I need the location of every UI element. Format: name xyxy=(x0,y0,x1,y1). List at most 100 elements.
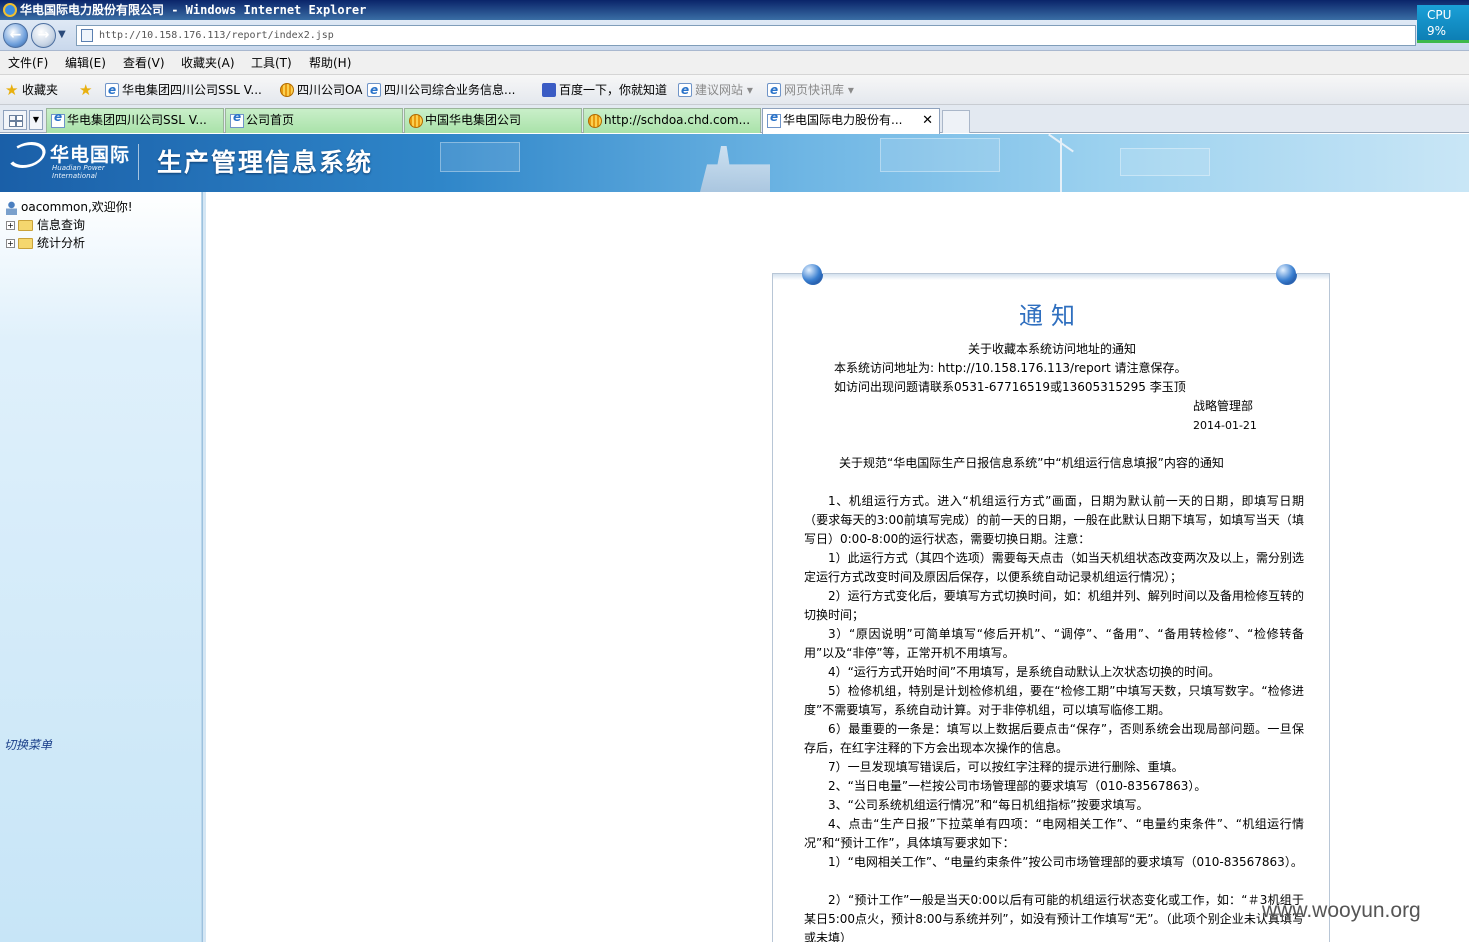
tab-bar: ▼ 华电集团四川公司SSL V... 公司首页 中国华电集团公司 http://… xyxy=(0,105,1469,134)
window-title: 华电国际电力股份有限公司 - Windows Internet Explorer xyxy=(20,3,367,17)
notice-heading: 关于规范“华电国际生产日报信息系统”中“机组运行信息填报”内容的通知 xyxy=(839,456,1224,470)
back-button[interactable]: ← xyxy=(3,23,28,48)
banner-decoration xyxy=(880,138,1000,172)
address-input[interactable]: http://10.158.176.113/report/index2.jsp xyxy=(76,25,1416,46)
fav-link-label: 四川公司综合业务信息... xyxy=(384,83,516,97)
ie-logo-icon xyxy=(3,3,17,17)
menu-view[interactable]: 查看(V) xyxy=(123,51,165,75)
favorites-bar: ★收藏夹 ★ 华电集团四川公司SSL V... 四川公司OA 四川公司综合业务信… xyxy=(0,75,1469,105)
fav-link-business[interactable]: 四川公司综合业务信息... xyxy=(366,75,515,105)
huadian-logo-icon xyxy=(4,142,50,168)
notice-paragraph: 3）“原因说明”可简单填写“修后开机”、“调停”、“备用”、“备用转检修”、“检… xyxy=(804,627,1304,660)
cpu-meter-widget: CPU 9% xyxy=(1417,5,1469,43)
expand-icon[interactable]: + xyxy=(6,239,15,248)
huadian-logo-icon xyxy=(588,114,602,128)
power-plant-graphic xyxy=(700,146,770,192)
tab-chd-group[interactable]: 中国华电集团公司 xyxy=(404,108,582,133)
ie-page-icon xyxy=(51,109,65,129)
welcome-text: oacommon,欢迎你! xyxy=(6,198,133,216)
new-tab-button[interactable] xyxy=(942,110,970,133)
fav-suggested-sites[interactable]: 建议网站 ▾ xyxy=(677,75,753,105)
notice-paragraph: 4、点击“生产日报”下拉菜单有四项：“电网相关工作”、“电量约束条件”、“机组运… xyxy=(804,817,1304,850)
menu-file[interactable]: 文件(F) xyxy=(8,51,48,75)
menu-favorites[interactable]: 收藏夹(A) xyxy=(181,51,235,75)
fav-link-oa[interactable]: 四川公司OA xyxy=(279,75,362,105)
sidebar: oacommon,欢迎你! + 信息查询 + 统计分析 xyxy=(0,192,202,942)
cpu-label: CPU xyxy=(1427,8,1452,22)
close-tab-icon[interactable]: ✕ xyxy=(922,109,933,132)
ie-page-icon xyxy=(767,75,781,105)
notice-date: 2014-01-21 xyxy=(1193,419,1257,432)
notice-paragraph: 2、“当日电量”一栏按公司市场管理部的要求填写（010-83567863）。 xyxy=(828,779,1207,793)
banner-separator xyxy=(138,144,139,180)
tab-schdoa[interactable]: http://schdoa.chd.com... xyxy=(583,108,761,133)
system-title: 生产管理信息系统 xyxy=(157,148,374,177)
notice-paragraph: 1）此运行方式（其四个选项）需要每天点击（如当天机组状态改变两次及以上，需分别选… xyxy=(804,551,1304,584)
add-favorite-button[interactable]: ★ xyxy=(78,75,100,105)
menu-edit[interactable]: 编辑(E) xyxy=(65,51,106,75)
huadian-logo-icon xyxy=(280,83,294,97)
tree-node-info-query[interactable]: + 信息查询 xyxy=(6,216,85,234)
window-title-bar: 华电国际电力股份有限公司 - Windows Internet Explorer xyxy=(0,0,1469,20)
banner-decoration xyxy=(440,142,520,172)
ie-page-icon xyxy=(105,75,119,105)
forward-button[interactable]: → xyxy=(31,23,56,48)
favorites-button[interactable]: ★ 收藏夹 xyxy=(4,75,58,105)
pin-icon xyxy=(802,264,822,284)
notice-paragraph: 5）检修机组，特别是计划检修机组，要在“检修工期”中填写天数，只填写数字。“检修… xyxy=(804,684,1304,717)
fav-link-ssl[interactable]: 华电集团四川公司SSL V... xyxy=(104,75,262,105)
cpu-value: 9% xyxy=(1427,24,1447,38)
notice-heading: 关于收藏本系统访问地址的通知 xyxy=(967,342,1136,356)
banner-decoration xyxy=(1120,148,1210,176)
expand-icon[interactable]: + xyxy=(6,221,15,230)
notice-line: 如访问出现问题请联系0531-67716519或13605315295 李玉顶 xyxy=(834,380,1186,394)
sidebar-splitter[interactable] xyxy=(202,192,206,942)
tab-list-dropdown[interactable]: ▼ xyxy=(29,110,43,130)
logo-text: 华电国际 xyxy=(50,144,131,166)
notice-paragraph: 1）“电网相关工作”、“电量约束条件”按公司市场管理部的要求填写（010-835… xyxy=(828,855,1303,869)
menu-bar: 文件(F) 编辑(E) 查看(V) 收藏夹(A) 工具(T) 帮助(H) xyxy=(0,51,1469,75)
address-url: http://10.158.176.113/report/index2.jsp xyxy=(99,30,334,41)
notice-paragraph: 2）“预计工作”一般是当天0:00以后有可能的机组运行状态变化或工作，如：“＃3… xyxy=(804,893,1304,942)
tab-label: 华电集团四川公司SSL V... xyxy=(67,113,207,127)
folder-icon xyxy=(18,238,33,249)
baidu-paw-icon xyxy=(542,83,556,97)
notice-department: 战略管理部 xyxy=(1193,399,1254,413)
tab-company-home[interactable]: 公司首页 xyxy=(225,108,403,133)
notice-panel: 通知 关于收藏本系统访问地址的通知 本系统访问地址为: http://10.15… xyxy=(772,273,1330,942)
menu-help[interactable]: 帮助(H) xyxy=(309,51,351,75)
back-arrow-icon: ← xyxy=(9,27,22,43)
tab-huadian-power[interactable]: 华电国际电力股份有... ✕ xyxy=(762,108,940,134)
tab-ssl[interactable]: 华电集团四川公司SSL V... xyxy=(46,108,224,133)
page-icon xyxy=(81,29,93,42)
history-dropdown-icon[interactable]: ▼ xyxy=(58,29,66,40)
tab-label: 公司首页 xyxy=(246,113,295,127)
menu-tools[interactable]: 工具(T) xyxy=(251,51,292,75)
ie-page-icon xyxy=(230,109,244,129)
tree-node-label: 统计分析 xyxy=(37,236,86,250)
fav-web-slice-gallery[interactable]: 网页快讯库 ▾ xyxy=(766,75,854,105)
notice-line: 本系统访问地址为: http://10.158.176.113/report 请… xyxy=(834,361,1187,375)
quick-tabs-button[interactable] xyxy=(3,110,27,130)
notice-paragraph: 1、机组运行方式。进入“机组运行方式”画面，日期为默认前一天的日期，即填写日期（… xyxy=(804,494,1304,546)
switch-menu-link[interactable]: 切换菜单 xyxy=(4,736,52,753)
tree-node-statistics[interactable]: + 统计分析 xyxy=(6,234,85,252)
favorites-label: 收藏夹 xyxy=(22,83,59,97)
ie-page-icon xyxy=(678,75,692,105)
tab-label: 中国华电集团公司 xyxy=(425,113,522,127)
star-icon: ★ xyxy=(5,81,19,99)
ie-page-icon xyxy=(767,109,781,129)
fav-link-label: 华电集团四川公司SSL V... xyxy=(122,83,262,97)
notice-top-band xyxy=(773,274,1329,280)
tab-label: 华电国际电力股份有... xyxy=(783,113,903,127)
folder-icon xyxy=(18,220,33,231)
notice-paragraph: 6）最重要的一条是：填写以上数据后要点击“保存”，否则系统会出现局部问题。一旦保… xyxy=(804,722,1304,755)
logo-english: Huadian Power International xyxy=(52,164,105,180)
notice-paragraph: 2）运行方式变化后，要填写方式切换时间，如：机组并列、解列时间以及备用检修互转的… xyxy=(804,589,1304,622)
fav-link-label: 百度一下，你就知道 xyxy=(559,83,668,97)
fav-link-baidu[interactable]: 百度一下，你就知道 xyxy=(541,75,667,105)
address-toolbar: ← → ▼ http://10.158.176.113/report/index… xyxy=(0,20,1469,51)
fav-link-label: 建议网站 ▾ xyxy=(695,83,753,97)
add-favorite-icon: ★ xyxy=(79,81,93,99)
forward-arrow-icon: → xyxy=(37,27,50,43)
